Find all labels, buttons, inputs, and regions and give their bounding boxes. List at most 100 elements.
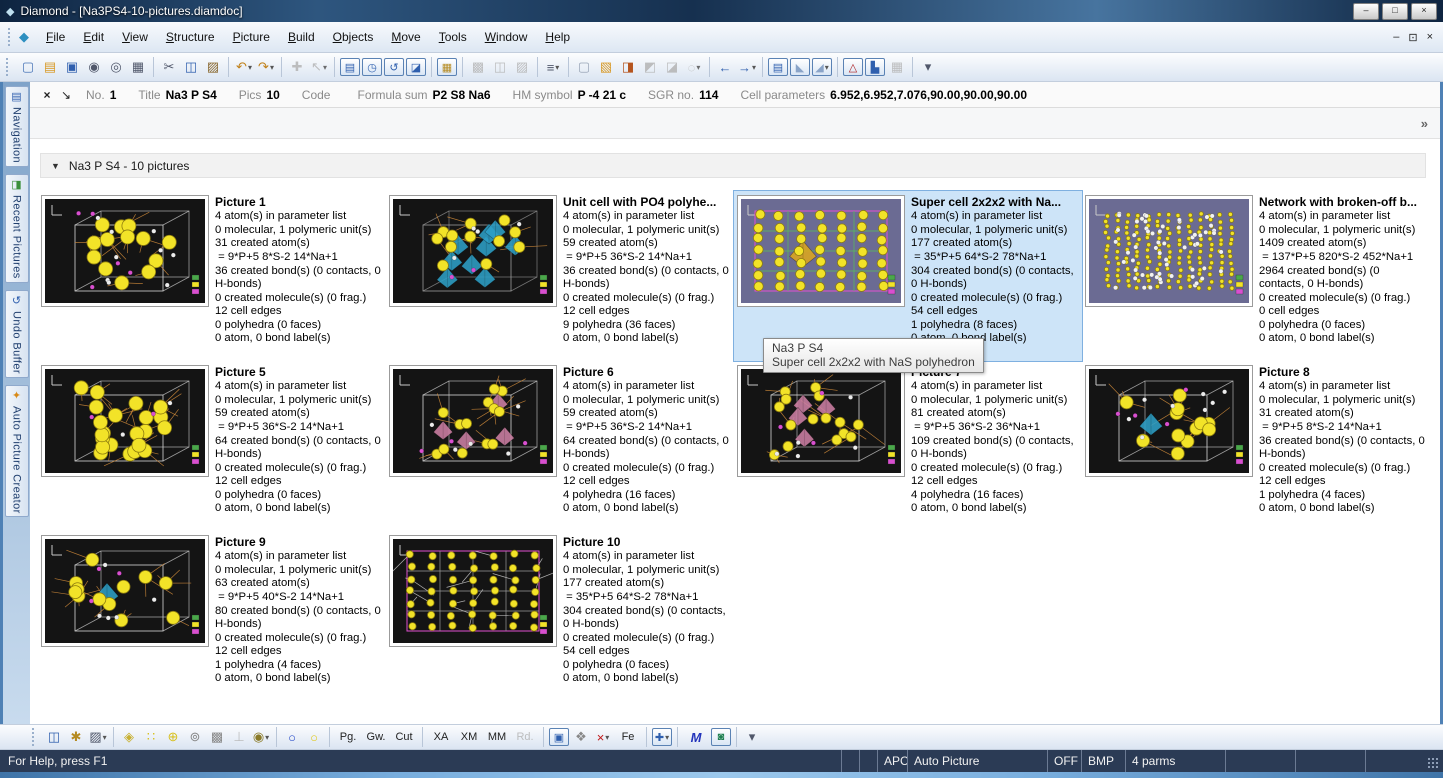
find-icon[interactable]: ◉ bbox=[84, 58, 104, 76]
structure-section-header[interactable]: ▼ Na3 P S4 - 10 pictures bbox=[40, 153, 1426, 178]
picture-wizard-icon[interactable]: ✱ bbox=[66, 728, 86, 746]
toolbar-overflow-icon[interactable]: ▾ bbox=[742, 728, 762, 746]
menu-tools[interactable]: Tools bbox=[430, 27, 476, 47]
sidebar-tab-undo-buffer[interactable]: ↺Undo Buffer bbox=[5, 290, 29, 378]
print-preview-icon[interactable]: ◎ bbox=[106, 58, 126, 76]
minimize-button[interactable]: – bbox=[1353, 3, 1379, 20]
picture-item-10[interactable]: Picture 104 atom(s) in parameter list0 m… bbox=[386, 531, 734, 701]
unit-cell-tool-icon[interactable]: ▣ bbox=[549, 728, 569, 746]
picture-thumbnail[interactable] bbox=[41, 195, 209, 307]
delete-tool-dropdown-icon[interactable]: ▾ bbox=[605, 733, 609, 742]
atom-query-tool-icon[interactable]: ⊚ bbox=[185, 728, 205, 746]
picture-history-dropdown-icon[interactable]: ▾ bbox=[696, 63, 700, 72]
child-restore-button[interactable]: ⊡ bbox=[1408, 31, 1417, 44]
picture-item-9[interactable]: Picture 94 atom(s) in parameter list0 mo… bbox=[38, 531, 386, 701]
new-picture-icon[interactable]: ▧ bbox=[596, 58, 616, 76]
resize-grip[interactable] bbox=[1427, 757, 1440, 770]
mm-button-button[interactable]: MM bbox=[484, 728, 510, 746]
spectrum-view-icon[interactable]: ▙ bbox=[865, 58, 885, 76]
close-button[interactable]: × bbox=[1411, 3, 1437, 20]
xm-button-button[interactable]: XM bbox=[456, 728, 482, 746]
lattice-tool-icon[interactable]: ▩ bbox=[207, 728, 227, 746]
report-view-icon[interactable]: ▤ bbox=[768, 58, 788, 76]
collapse-arrow-icon[interactable]: ▼ bbox=[51, 161, 60, 171]
sidebar-tab-auto-picture-creator[interactable]: ✦Auto Picture Creator bbox=[5, 385, 29, 518]
menu-picture[interactable]: Picture bbox=[224, 27, 279, 47]
goto-row-icon[interactable]: ↘ bbox=[56, 88, 76, 102]
m-mode-button-button[interactable]: M bbox=[683, 728, 709, 746]
select-mode-dropdown-icon[interactable]: ▾ bbox=[323, 63, 327, 72]
list-options-icon[interactable]: ≡▾ bbox=[543, 58, 563, 76]
toolbar-grip[interactable] bbox=[32, 728, 37, 746]
picture-thumbnail[interactable] bbox=[737, 195, 905, 307]
picture-export-icon[interactable]: ◫ bbox=[44, 728, 64, 746]
next-picture-dropdown-icon[interactable]: ▾ bbox=[752, 63, 756, 72]
picture-thumbnail[interactable] bbox=[737, 365, 905, 477]
picture-item-2[interactable]: Unit cell with PO4 polyhe...4 atom(s) in… bbox=[386, 191, 734, 361]
picture-thumbnail[interactable] bbox=[41, 535, 209, 647]
copy-picture-icon[interactable]: ◨ bbox=[618, 58, 638, 76]
menu-objects[interactable]: Objects bbox=[324, 27, 383, 47]
redo-icon[interactable]: ↷▾ bbox=[256, 58, 276, 76]
picture-thumbnail[interactable] bbox=[1085, 365, 1253, 477]
menu-structure[interactable]: Structure bbox=[157, 27, 224, 47]
close-databar-icon[interactable]: × bbox=[38, 88, 56, 102]
new-document-icon[interactable]: ▢ bbox=[18, 58, 38, 76]
navigation-pane-icon[interactable]: ▤ bbox=[340, 58, 360, 76]
menu-edit[interactable]: Edit bbox=[74, 27, 113, 47]
pan-view-tool-icon[interactable]: ✚▾ bbox=[652, 728, 672, 746]
powder-pattern-icon[interactable]: △ bbox=[843, 58, 863, 76]
picture-viewer-dropdown-icon[interactable]: ▾ bbox=[103, 733, 107, 742]
pg-button-button[interactable]: Pg. bbox=[335, 728, 361, 746]
paste-icon[interactable]: ▨ bbox=[203, 58, 223, 76]
print-icon[interactable]: ▦ bbox=[128, 58, 148, 76]
cut-icon[interactable]: ✂ bbox=[159, 58, 179, 76]
picture-thumbnail[interactable] bbox=[389, 195, 557, 307]
toolbar-overflow-icon[interactable]: ▾ bbox=[918, 58, 938, 76]
picture-thumbnail[interactable] bbox=[1085, 195, 1253, 307]
menu-build[interactable]: Build bbox=[279, 27, 324, 47]
picture-item-8[interactable]: Picture 84 atom(s) in parameter list0 mo… bbox=[1082, 361, 1430, 531]
picture-item-6[interactable]: Picture 64 atom(s) in parameter list0 mo… bbox=[386, 361, 734, 531]
coordination-tool-icon[interactable]: ◉▾ bbox=[251, 728, 271, 746]
open-file-icon[interactable]: ▤ bbox=[40, 58, 60, 76]
list-options-dropdown-icon[interactable]: ▾ bbox=[555, 63, 559, 72]
polyhedra-tool-icon[interactable]: ◈ bbox=[119, 728, 139, 746]
copy-icon[interactable]: ◫ bbox=[181, 58, 201, 76]
maximize-button[interactable]: □ bbox=[1382, 3, 1408, 20]
menubar-grip[interactable] bbox=[8, 28, 13, 46]
blank-picture-icon[interactable]: ▢ bbox=[574, 58, 594, 76]
atom-group-tool-icon[interactable]: ∷ bbox=[141, 728, 161, 746]
child-minimize-button[interactable]: – bbox=[1393, 31, 1399, 44]
picture-thumbnail[interactable] bbox=[389, 365, 557, 477]
split-view-2-dropdown-icon[interactable]: ▾ bbox=[825, 63, 829, 72]
coordination-tool-dropdown-icon[interactable]: ▾ bbox=[265, 733, 269, 742]
next-picture-icon[interactable]: →▾ bbox=[737, 58, 757, 76]
orientation-tool-icon[interactable]: ❖ bbox=[571, 728, 591, 746]
picture-item-7[interactable]: Picture 74 atom(s) in parameter list0 mo… bbox=[734, 361, 1082, 531]
expand-chevron-icon[interactable]: » bbox=[1421, 116, 1428, 131]
sidebar-tab-recent-pictures[interactable]: ◨Recent Pictures bbox=[5, 174, 29, 283]
toolbar-grip[interactable] bbox=[6, 58, 11, 76]
picture-item-5[interactable]: Picture 54 atom(s) in parameter list0 mo… bbox=[38, 361, 386, 531]
menu-view[interactable]: View bbox=[113, 27, 157, 47]
picture-thumbnail[interactable] bbox=[41, 365, 209, 477]
picture-item-3[interactable]: Super cell 2x2x2 with Na...4 atom(s) in … bbox=[734, 191, 1082, 361]
render-picture-tool-icon[interactable]: ◙ bbox=[711, 728, 731, 746]
fe-atom-tool-button[interactable]: Fe bbox=[615, 728, 641, 746]
child-close-button[interactable]: × bbox=[1427, 31, 1433, 44]
menu-help[interactable]: Help bbox=[536, 27, 579, 47]
hexagon-yellow-tool-icon[interactable]: ○ bbox=[304, 728, 324, 746]
undo-icon[interactable]: ↶▾ bbox=[234, 58, 254, 76]
gw-button-button[interactable]: Gw. bbox=[363, 728, 389, 746]
split-view-1-icon[interactable]: ◣ bbox=[790, 58, 810, 76]
previous-picture-icon[interactable]: ← bbox=[715, 58, 735, 76]
picture-thumbnail[interactable] bbox=[389, 535, 557, 647]
picture-item-4[interactable]: Network with broken-off b...4 atom(s) in… bbox=[1082, 191, 1430, 361]
picture-pane-icon[interactable]: ◪ bbox=[406, 58, 426, 76]
sidebar-tab-navigation[interactable]: ▤Navigation bbox=[5, 86, 29, 167]
pan-view-tool-dropdown-icon[interactable]: ▾ bbox=[665, 733, 669, 742]
hexagon-blue-tool-icon[interactable]: ○ bbox=[282, 728, 302, 746]
undo-buffer-pane-icon[interactable]: ↺ bbox=[384, 58, 404, 76]
menu-file[interactable]: File bbox=[37, 27, 74, 47]
